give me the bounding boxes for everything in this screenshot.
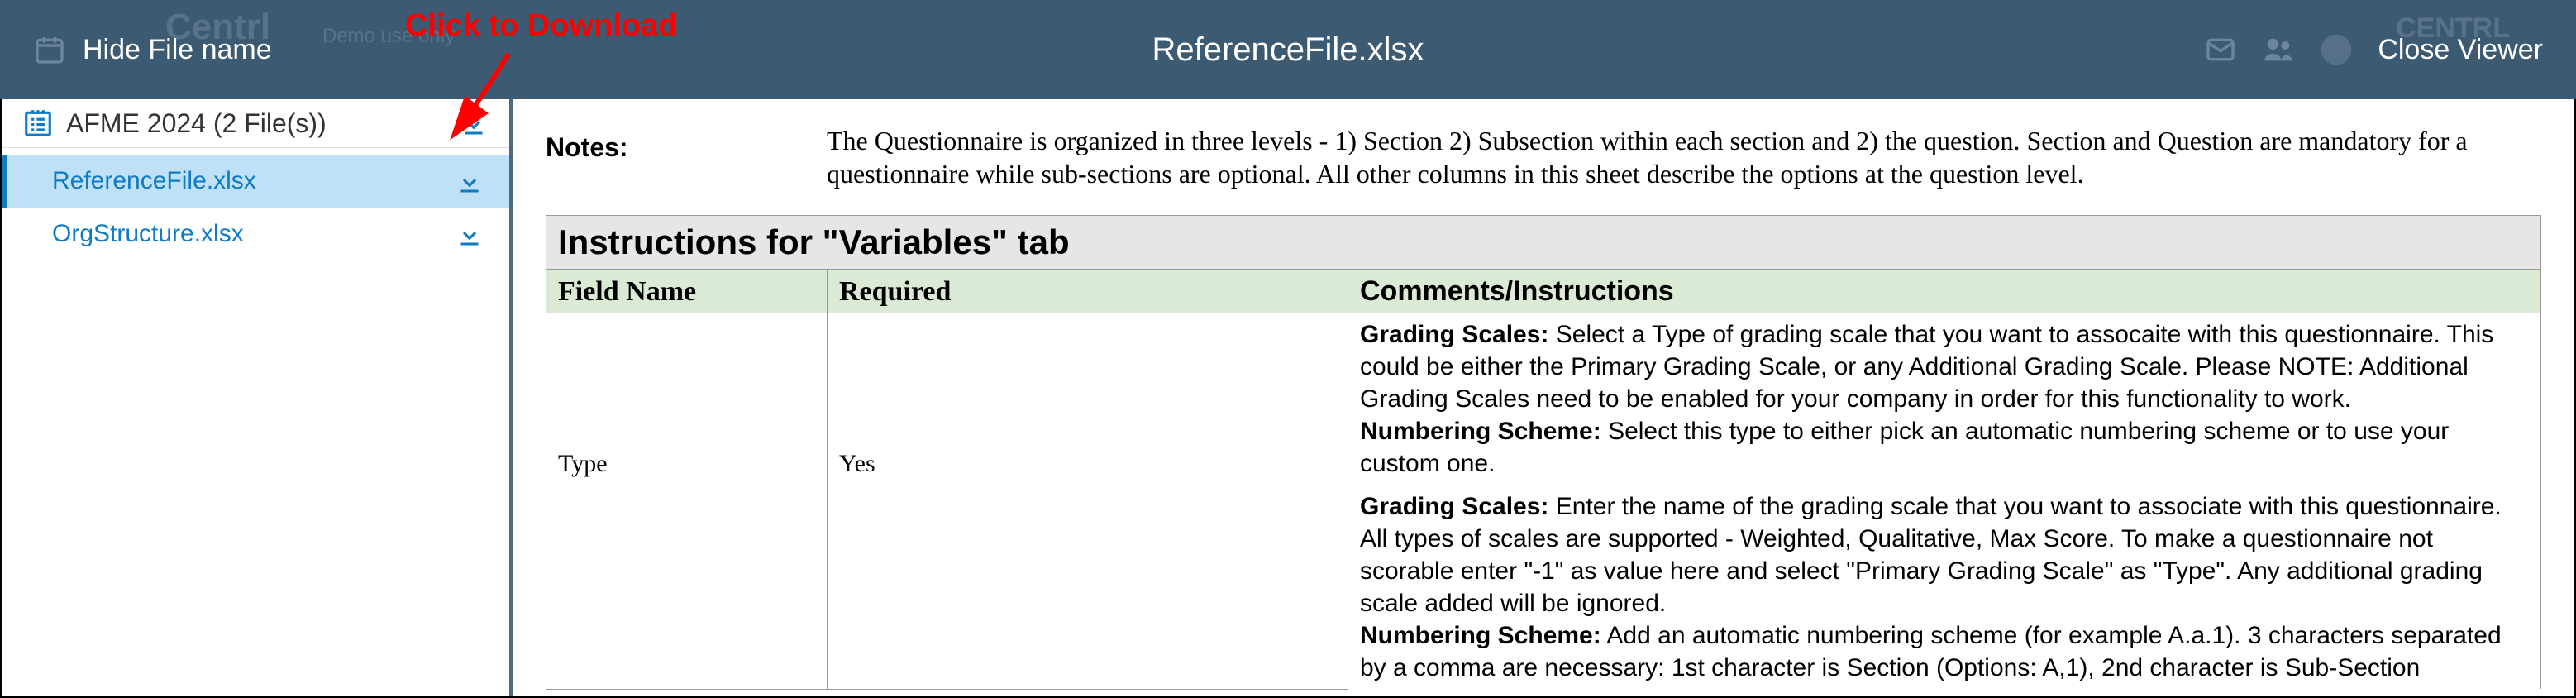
table-row: Type Yes Grading Scales: Select a Type o… <box>546 313 2541 485</box>
col-header-required: Required <box>828 270 1348 313</box>
content-area: Notes: The Questionnaire is organized in… <box>513 99 2574 696</box>
avatar-icon[interactable] <box>2320 33 2353 66</box>
notes-row: Notes: The Questionnaire is organized in… <box>546 124 2541 190</box>
people-icon[interactable] <box>2262 33 2295 66</box>
cell-field <box>546 485 828 690</box>
sidebar-item-label: ReferenceFile.xlsx <box>52 167 256 195</box>
numbering-scheme-label: Numbering Scheme: <box>1360 418 1601 445</box>
grading-scales-label: Grading Scales: <box>1360 493 1548 520</box>
table-row: Grading Scales: Enter the name of the gr… <box>546 485 2541 690</box>
cell-comments: Grading Scales: Enter the name of the gr… <box>1348 485 2541 690</box>
annotation-arrow-icon <box>438 50 529 141</box>
sidebar-item-reference-file[interactable]: ReferenceFile.xlsx <box>2 155 509 208</box>
notes-label: Notes: <box>546 124 810 190</box>
sidebar-group-name: AFME 2024 (2 File(s)) <box>66 108 327 139</box>
list-icon <box>22 108 54 139</box>
numbering-scheme-label: Numbering Scheme: <box>1360 622 1601 649</box>
cell-comments: Grading Scales: Select a Type of grading… <box>1348 313 2541 485</box>
sidebar-item-org-structure[interactable]: OrgStructure.xlsx <box>2 208 509 261</box>
file-title: ReferenceFile.xlsx <box>1152 31 1424 69</box>
cell-required: Yes <box>828 313 1348 485</box>
col-header-comments: Comments/Instructions <box>1348 270 2541 313</box>
annotation-label: Click to Download <box>405 8 677 44</box>
brand-ghost-right: CENTRL <box>2396 12 2510 45</box>
cell-required <box>828 485 1348 690</box>
sidebar: AFME 2024 (2 File(s)) ReferenceFile.xlsx… <box>2 99 513 696</box>
notes-text: The Questionnaire is organized in three … <box>827 124 2541 190</box>
section-header-variables: Instructions for "Variables" tab <box>546 215 2541 270</box>
brand-ghost: Centrl <box>165 7 270 48</box>
sidebar-item-label: OrgStructure.xlsx <box>52 220 244 248</box>
mail-icon[interactable] <box>2204 33 2237 66</box>
variables-table: Field Name Required Comments/Instruction… <box>546 270 2541 690</box>
grading-scales-label: Grading Scales: <box>1360 321 1548 348</box>
download-icon[interactable] <box>455 219 484 249</box>
calendar-icon <box>33 33 66 66</box>
sidebar-list: ReferenceFile.xlsx OrgStructure.xlsx <box>2 148 509 267</box>
download-icon[interactable] <box>455 166 484 196</box>
main-area: AFME 2024 (2 File(s)) ReferenceFile.xlsx… <box>0 99 2576 698</box>
col-header-field: Field Name <box>546 270 828 313</box>
cell-field: Type <box>546 313 828 485</box>
sidebar-group-header[interactable]: AFME 2024 (2 File(s)) <box>2 99 509 148</box>
header-bar: Centrl Demo use only CENTRL Hide File na… <box>0 0 2576 99</box>
